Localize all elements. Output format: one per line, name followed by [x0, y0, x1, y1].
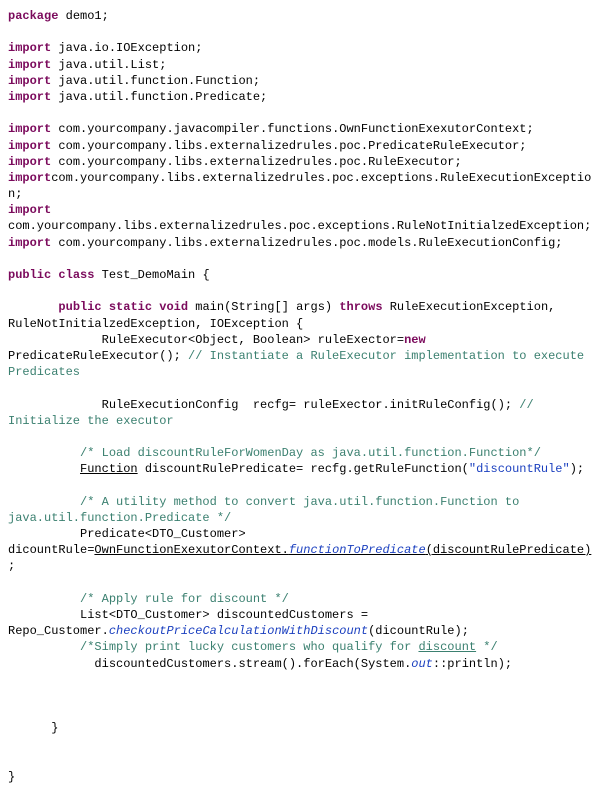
exec-decl: RuleExecutor<Object, Boolean> ruleExecto… — [8, 333, 404, 347]
import-5: com.yourcompany.javacompiler.functions.O… — [51, 122, 533, 136]
exec-ctor: PredicateRuleExecutor(); — [8, 349, 188, 363]
kw-new: new — [404, 333, 426, 347]
string-discountrule: "discountRule" — [469, 462, 570, 476]
pred-method: functionToPredicate — [289, 543, 426, 557]
repo-method: checkoutPriceCalculationWithDiscount — [109, 624, 368, 638]
repo-args: (dicountRule); — [368, 624, 469, 638]
comment-util: /* A utility method to convert java.util… — [8, 495, 527, 525]
kw-throws: throws — [339, 300, 382, 314]
pred-class: OwnFunctionExexutorContext. — [94, 543, 288, 557]
kw-import: import — [8, 74, 51, 88]
predicate-call: OwnFunctionExexutorContext.functionToPre… — [94, 543, 591, 557]
import-7: com.yourcompany.libs.externalizedrules.p… — [51, 155, 461, 169]
kw-import: import — [8, 236, 51, 250]
stream-end: ::println); — [433, 657, 512, 671]
kw-static: static — [109, 300, 152, 314]
kw-import: import — [8, 122, 51, 136]
import-9: com.yourcompany.libs.externalizedrules.p… — [8, 203, 591, 233]
cm-print-post: */ — [476, 640, 498, 654]
function-keyword: Function — [80, 462, 138, 476]
class-name: Test_DemoMain { — [94, 268, 209, 282]
kw-public: public — [8, 268, 51, 282]
kw-package: package — [8, 9, 58, 23]
kw-import: import — [8, 58, 51, 72]
pred-semi: ; — [8, 559, 15, 573]
fn-rest: discountRulePredicate= recfg.getRuleFunc… — [138, 462, 469, 476]
kw-public: public — [58, 300, 101, 314]
kw-import: import — [8, 41, 51, 55]
kw-void: void — [159, 300, 188, 314]
import-1: java.io.IOException; — [51, 41, 202, 55]
stream-line: discountedCustomers.stream().forEach(Sys… — [8, 657, 411, 671]
kw-import: import — [8, 203, 51, 217]
import-2: java.util.List; — [51, 58, 166, 72]
kw-class: class — [58, 268, 94, 282]
out-ref: out — [411, 657, 433, 671]
kw-import: import — [8, 90, 51, 104]
comment-print: /*Simply print lucky customers who quali… — [8, 640, 498, 654]
comment-apply: /* Apply rule for discount */ — [8, 592, 289, 606]
main-sig: main(String[] args) — [188, 300, 339, 314]
recfg-line: RuleExecutionConfig recfg= ruleExector.i… — [8, 398, 519, 412]
comment-load: /* Load discountRuleForWomenDay as java.… — [8, 446, 541, 460]
import-8: com.yourcompany.libs.externalizedrules.p… — [8, 171, 591, 201]
kw-import: import — [8, 155, 51, 169]
cm-print-pre: /*Simply print lucky customers who quali… — [8, 640, 418, 654]
close-method: } — [8, 721, 58, 735]
pkg-name: demo1; — [58, 9, 108, 23]
fn-end: ); — [570, 462, 584, 476]
cm-print-discount: discount — [418, 640, 476, 654]
pred-arg: discountRulePredicate) — [433, 543, 591, 557]
pred-args-open: ( — [426, 543, 433, 557]
import-4: java.util.function.Predicate; — [51, 90, 267, 104]
import-10: com.yourcompany.libs.externalizedrules.p… — [51, 236, 562, 250]
import-6: com.yourcompany.libs.externalizedrules.p… — [51, 139, 526, 153]
kw-import: import — [8, 139, 51, 153]
code-block: package demo1; import java.io.IOExceptio… — [8, 8, 594, 785]
close-class: } — [8, 770, 15, 784]
kw-import: import — [8, 171, 51, 185]
import-3: java.util.function.Function; — [51, 74, 260, 88]
